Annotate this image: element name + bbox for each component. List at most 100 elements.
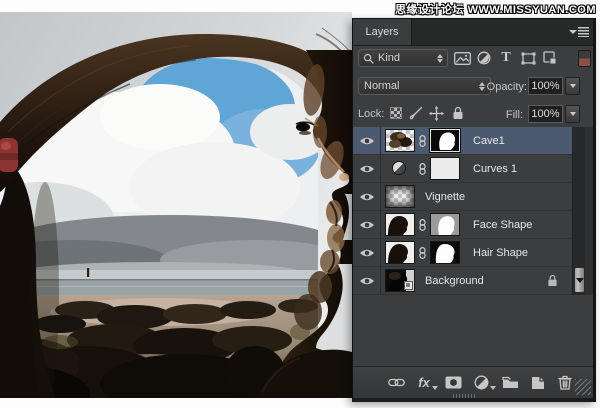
smart-object-filter-icon[interactable]	[540, 49, 560, 67]
link-icon	[419, 163, 426, 175]
shape-layer-filter-icon[interactable]	[518, 49, 538, 67]
layer-row-cave1[interactable]: Cave1	[353, 127, 572, 155]
add-layer-mask-icon	[445, 376, 461, 389]
eye-icon	[359, 137, 374, 144]
filter-row: Kind T	[353, 45, 593, 72]
layer-style-button[interactable]: fx	[413, 373, 438, 392]
visibility-toggle[interactable]	[353, 127, 381, 154]
canvas-image[interactable]	[0, 12, 352, 398]
eye-icon	[359, 165, 374, 172]
new-group-button[interactable]	[499, 373, 521, 392]
new-adjustment-layer-button[interactable]	[470, 373, 496, 392]
layer-thumbnail[interactable]	[385, 129, 415, 152]
layer-thumbnail[interactable]	[385, 241, 415, 264]
scroll-down-arrow-icon	[575, 277, 584, 283]
layer-badge-icon	[404, 281, 413, 290]
link-icon	[419, 219, 426, 231]
new-adjustment-layer-icon	[474, 375, 488, 390]
tab-layers-label: Layers	[365, 26, 399, 38]
layer-thumbnail[interactable]	[385, 185, 415, 208]
layer-name: Cave1	[473, 135, 505, 147]
layer-row-face-shape[interactable]: Face Shape	[353, 211, 572, 239]
adjustment-layer-filter-icon[interactable]	[474, 49, 494, 67]
scroll-down-button[interactable]	[574, 267, 585, 293]
add-layer-mask-button[interactable]	[442, 373, 464, 392]
fill-dropdown-button[interactable]	[565, 105, 580, 123]
new-group-folder-icon	[501, 376, 518, 388]
layer-row-hair-shape[interactable]: Hair Shape	[353, 239, 572, 267]
layer-name: Hair Shape	[473, 247, 529, 259]
layer-name: Face Shape	[473, 219, 533, 231]
layer-list: Cave1 Curves 1 Vignette Face Shape Hair …	[353, 127, 593, 295]
lock-pixels-brush-icon[interactable]	[407, 104, 425, 122]
panel-bottom-grip[interactable]	[453, 394, 477, 398]
link-layers-icon	[387, 378, 405, 387]
blend-mode-dropdown[interactable]: Normal	[358, 77, 491, 95]
fill-value-field[interactable]: 100%	[528, 105, 563, 123]
opacity-label: Opacity:	[486, 81, 527, 93]
panel-resize-grip[interactable]	[575, 379, 591, 395]
visibility-toggle[interactable]	[353, 183, 381, 210]
watermark: 思缘设计论坛 WWW.MISSYUAN.COM	[395, 4, 596, 16]
photoshop-workspace: 思缘设计论坛 WWW.MISSYUAN.COM Layers Kind T No…	[0, 0, 600, 408]
filter-switch-toggle[interactable]	[578, 50, 591, 67]
lock-label: Lock:	[358, 108, 385, 120]
visibility-toggle[interactable]	[353, 211, 381, 238]
chevron-down-icon	[569, 84, 576, 88]
lock-transparency-icon[interactable]	[387, 104, 405, 122]
lock-all-icon[interactable]	[449, 104, 467, 122]
filter-kind-label: Kind	[378, 52, 401, 64]
updown-arrows-icon	[479, 81, 485, 91]
layer-row-curves1[interactable]: Curves 1	[353, 155, 572, 183]
link-layers-button[interactable]	[385, 373, 407, 392]
new-layer-button[interactable]	[527, 373, 549, 392]
tab-layers[interactable]: Layers	[353, 19, 412, 45]
visibility-toggle[interactable]	[353, 155, 381, 182]
visibility-toggle[interactable]	[353, 267, 381, 294]
layer-mask-thumbnail[interactable]	[430, 213, 460, 236]
background-lock-icon	[548, 274, 557, 286]
link-icon	[419, 135, 426, 147]
layer-name: Vignette	[425, 191, 466, 203]
lock-row: Lock: Fill: 100%	[353, 100, 593, 128]
layer-row-background[interactable]: Background	[353, 267, 572, 295]
layers-panel: Layers Kind T Normal Opacity: 100% Lock:…	[352, 18, 596, 402]
chevron-down-icon	[490, 386, 496, 390]
layer-mask-thumbnail[interactable]	[430, 241, 460, 264]
menu-lines-icon	[578, 27, 589, 37]
fill-label: Fill:	[505, 109, 523, 121]
adjustment-layer-icon[interactable]	[392, 161, 406, 175]
scrollbar-track[interactable]	[572, 127, 585, 295]
type-layer-filter-icon[interactable]: T	[496, 49, 516, 67]
filter-kind-dropdown[interactable]: Kind	[358, 49, 448, 67]
layer-name: Curves 1	[473, 163, 518, 175]
eye-icon	[359, 221, 374, 228]
eye-icon	[359, 249, 374, 256]
layer-thumbnail[interactable]	[385, 213, 415, 236]
pixel-layer-filter-icon[interactable]	[452, 49, 472, 67]
link-icon	[419, 247, 426, 259]
delete-layer-trash-icon	[558, 375, 572, 390]
new-layer-icon	[532, 376, 544, 389]
layer-style-fx-icon: fx	[418, 375, 430, 390]
panel-toolbar: fx	[353, 366, 593, 398]
blend-row: Normal Opacity: 100%	[353, 72, 593, 100]
layer-mask-thumbnail[interactable]	[430, 157, 460, 180]
chevron-down-icon	[569, 30, 577, 34]
opacity-dropdown-button[interactable]	[565, 77, 580, 95]
panel-tab-bar: Layers	[353, 19, 593, 46]
eye-icon	[359, 277, 374, 284]
panel-menu-button[interactable]	[569, 26, 589, 38]
lock-position-icon[interactable]	[427, 104, 445, 122]
chevron-down-icon	[569, 112, 576, 116]
layer-mask-thumbnail[interactable]	[430, 129, 460, 152]
search-icon	[363, 53, 374, 64]
layer-thumbnail[interactable]	[385, 269, 415, 292]
blend-mode-value: Normal	[364, 80, 400, 92]
visibility-toggle[interactable]	[353, 239, 381, 266]
eye-icon	[359, 193, 374, 200]
opacity-value-field[interactable]: 100%	[528, 77, 563, 95]
delete-layer-button[interactable]	[554, 373, 576, 392]
updown-arrows-icon	[437, 53, 443, 63]
layer-row-vignette[interactable]: Vignette	[353, 183, 572, 211]
